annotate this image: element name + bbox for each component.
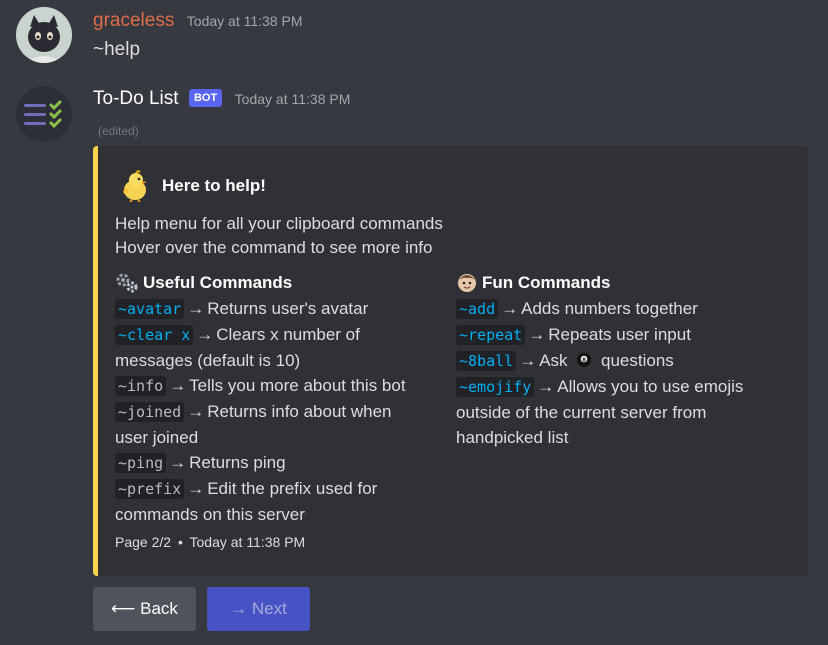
command-description: Repeats user input <box>548 325 691 344</box>
command-line: ~avatar → Returns user's avatar <box>115 296 445 322</box>
command-description: Returns ping <box>189 453 286 472</box>
command-add[interactable]: ~add <box>456 299 499 319</box>
user-avatar[interactable] <box>16 7 72 63</box>
checklist-avatar-icon <box>16 86 72 142</box>
command-description: Tells you more about this bot <box>189 376 406 395</box>
cat-avatar-icon <box>16 7 72 63</box>
command-joined[interactable]: ~joined <box>115 402 185 422</box>
embed-description: Help menu for all your clipboard command… <box>115 212 443 260</box>
field-title-text: Fun Commands <box>482 273 611 292</box>
embed-author: Here to help! <box>120 170 266 202</box>
back-button[interactable]: ⟵ Back <box>93 587 196 631</box>
field-title: Useful Commands <box>115 270 445 295</box>
message-timestamp: Today at 11:38 PM <box>186 13 303 29</box>
command-description: Ask <box>539 351 568 370</box>
command-description: Allows you to use emojis <box>557 377 744 396</box>
command-description: Edit the prefix used for <box>207 479 378 498</box>
command-description-extra: questions <box>601 351 674 370</box>
command-description-cont: outside of the current server from <box>456 403 707 422</box>
message-content: ~help <box>93 39 141 60</box>
command-line: ~info → Tells you more about this bot <box>115 373 445 399</box>
footer-timestamp: Today at 11:38 PM <box>189 534 306 550</box>
username[interactable]: graceless <box>93 10 174 31</box>
description-line: Hover over the command to see more info <box>115 238 433 257</box>
command-description: Adds numbers together <box>521 299 698 318</box>
command-description: Returns info about when <box>207 402 392 421</box>
command-line: ~clear x → Clears x number of <box>115 322 445 348</box>
command-repeat[interactable]: ~repeat <box>456 325 526 345</box>
command-description-cont: messages (default is 10) <box>115 351 301 370</box>
footer-page: Page 2/2 <box>115 534 172 550</box>
svg-text:8: 8 <box>582 358 586 364</box>
bot-username[interactable]: To-Do List <box>93 88 179 109</box>
face-icon <box>458 273 476 292</box>
command-line: ~prefix → Edit the prefix used for <box>115 476 445 502</box>
help-embed: Here to help! Help menu for all your cli… <box>93 146 808 576</box>
next-button[interactable]: → Next <box>207 587 310 631</box>
embed-author-name: Here to help! <box>162 176 266 195</box>
command-clear[interactable]: ~clear x <box>115 325 194 345</box>
command-description-cont: handpicked list <box>456 428 569 447</box>
command-description: Returns user's avatar <box>207 299 369 318</box>
command-description-cont: user joined <box>115 428 199 447</box>
command-8ball[interactable]: ~8ball <box>456 351 517 371</box>
chick-icon <box>123 170 147 202</box>
command-line: ~ping → Returns ping <box>115 450 445 476</box>
footer-separator: • <box>177 534 183 550</box>
command-prefix[interactable]: ~prefix <box>115 479 185 499</box>
embed-footer: Page 2/2 • Today at 11:38 PM <box>115 534 305 550</box>
bot-tag: BOT <box>188 89 223 107</box>
command-line: ~add → Adds numbers together <box>456 296 786 322</box>
gear-icon <box>116 273 138 292</box>
command-line: ~emojify → Allows you to use emojis <box>456 374 786 400</box>
command-avatar[interactable]: ~avatar <box>115 299 185 319</box>
command-line: ~joined → Returns info about when <box>115 399 445 425</box>
field-fun-commands: Fun Commands ~add → Adds numbers together … <box>456 270 786 450</box>
command-emojify[interactable]: ~emojify <box>456 377 535 397</box>
8ball-icon: 8 <box>577 353 592 367</box>
field-title: Fun Commands <box>456 270 786 295</box>
command-ping[interactable]: ~ping <box>115 453 167 473</box>
command-description: Clears x number of <box>216 325 360 344</box>
command-line: ~repeat → Repeats user input <box>456 322 786 348</box>
command-description-cont: commands on this server <box>115 505 305 524</box>
command-line: ~8ball → Ask 8 questions <box>456 348 786 374</box>
description-line: Help menu for all your clipboard command… <box>115 214 443 233</box>
field-title-text: Useful Commands <box>143 273 293 292</box>
bot-avatar[interactable] <box>16 86 72 142</box>
command-info[interactable]: ~info <box>115 376 167 396</box>
bot-message-timestamp: Today at 11:38 PM <box>234 91 351 107</box>
edited-label: (edited) <box>98 124 139 138</box>
field-useful-commands: Useful Commands ~avatar → Returns user's a… <box>115 270 445 527</box>
